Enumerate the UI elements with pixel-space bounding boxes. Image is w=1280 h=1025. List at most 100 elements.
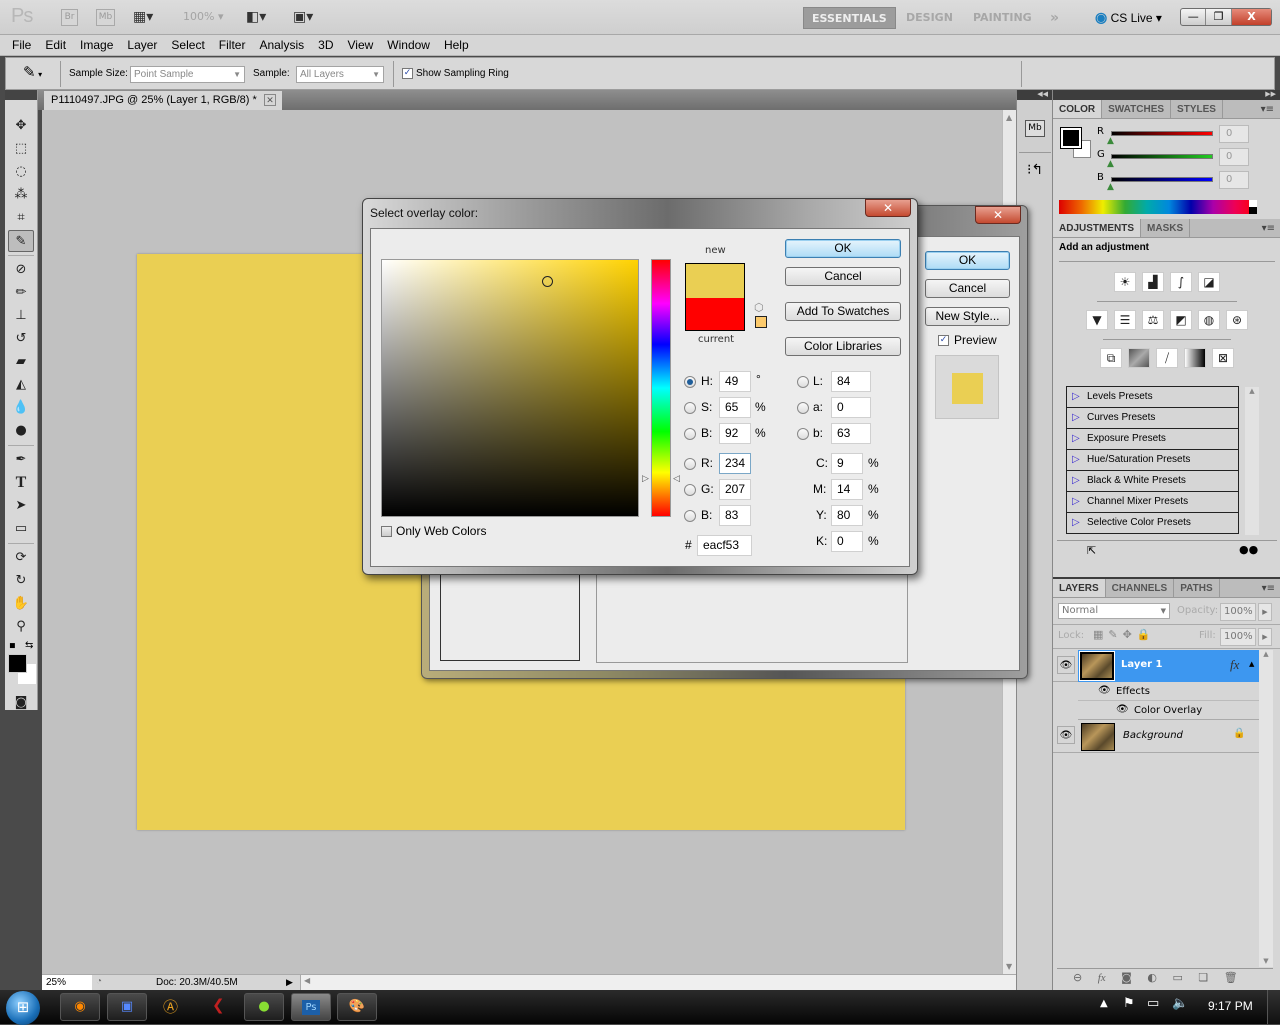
hue-slider[interactable] xyxy=(651,259,671,517)
a-radio[interactable] xyxy=(797,402,809,414)
expand-view-icon[interactable]: ⇱ xyxy=(1087,544,1096,557)
brightness-contrast-icon[interactable]: ☀ xyxy=(1114,272,1136,292)
a-field[interactable]: 0 xyxy=(831,397,871,418)
expand-panels-icon[interactable]: ▶▶ xyxy=(1053,90,1280,100)
m-field[interactable]: 14 xyxy=(831,479,863,500)
menu-image[interactable]: Image xyxy=(73,35,120,55)
tab-masks[interactable]: MASKS xyxy=(1141,219,1191,237)
tab-swatches[interactable]: SWATCHES xyxy=(1102,100,1172,118)
r-value[interactable]: 0 xyxy=(1219,125,1249,143)
exposure-icon[interactable]: ◪ xyxy=(1198,272,1220,292)
h-radio[interactable] xyxy=(684,376,696,388)
brush-tool[interactable]: ✏ xyxy=(8,282,34,304)
menu-select[interactable]: Select xyxy=(164,35,211,55)
lab-b-field[interactable]: 63 xyxy=(831,423,871,444)
s-field[interactable]: 65 xyxy=(719,397,751,418)
menu-help[interactable]: Help xyxy=(437,35,476,55)
preset-exposure[interactable]: ▷ Exposure Presets xyxy=(1067,429,1238,450)
layer-effect-color-overlay[interactable]: 👁 Color Overlay xyxy=(1078,701,1259,720)
r-slider-handle[interactable]: ▲ xyxy=(1107,136,1114,146)
layer-name[interactable]: Background xyxy=(1123,730,1183,741)
scroll-up-icon[interactable]: ▲ xyxy=(1006,113,1012,122)
eyedropper-tool[interactable]: ✎ xyxy=(8,230,34,252)
screen-mode-button[interactable]: ▣▾ xyxy=(293,9,313,25)
status-menu-arrow[interactable]: ▶ xyxy=(286,975,293,990)
black-white-ramp[interactable] xyxy=(1249,200,1257,214)
b-radio[interactable] xyxy=(684,510,696,522)
preset-curves[interactable]: ▷ Curves Presets xyxy=(1067,408,1238,429)
delete-layer-icon[interactable]: 🗑 xyxy=(1224,971,1238,984)
history-icon[interactable]: ⁝↰ xyxy=(1027,162,1043,178)
taskbar-green-app[interactable]: ● xyxy=(244,993,284,1021)
black-white-icon[interactable]: ◩ xyxy=(1170,310,1192,330)
fill-field[interactable]: 100% xyxy=(1220,628,1256,646)
link-layers-icon[interactable]: ⊖ xyxy=(1073,971,1082,984)
zoom-tool[interactable]: ⚲ xyxy=(8,616,34,638)
fx-icon[interactable]: fx xyxy=(1230,657,1239,673)
panel-menu-icon[interactable]: ▾≡ xyxy=(1262,579,1280,597)
new-style-button[interactable]: New Style... xyxy=(925,307,1010,326)
sample-select[interactable]: All Layers ▼ xyxy=(296,66,384,83)
invert-icon[interactable]: ⧉ xyxy=(1100,348,1122,368)
hex-field[interactable]: eacf53 xyxy=(697,535,752,556)
foreground-color-swatch[interactable] xyxy=(1060,127,1082,149)
layer-row-background[interactable]: 👁 Background 🔒 xyxy=(1053,720,1259,753)
layer-row-layer-1[interactable]: 👁 Layer 1 fx ▲ xyxy=(1053,650,1259,682)
r-slider[interactable] xyxy=(1111,131,1213,136)
visibility-eye-icon[interactable]: 👁 xyxy=(1057,726,1075,744)
lock-buttons[interactable]: ▦✎✥🔒 xyxy=(1093,628,1156,641)
menu-window[interactable]: Window xyxy=(380,35,437,55)
new-group-icon[interactable]: ▭ xyxy=(1172,971,1182,984)
workspace-design[interactable]: DESIGN xyxy=(898,7,961,29)
g-slider[interactable] xyxy=(1111,154,1213,159)
selective-color-icon[interactable]: ⊠ xyxy=(1212,348,1234,368)
color-picker-cancel-button[interactable]: Cancel xyxy=(785,267,901,286)
workspace-more-button[interactable]: » xyxy=(1042,7,1067,29)
tab-styles[interactable]: STYLES xyxy=(1171,100,1223,118)
menu-view[interactable]: View xyxy=(340,35,380,55)
horizontal-scrollbar[interactable]: ◀ xyxy=(300,975,1016,990)
c-field[interactable]: 9 xyxy=(831,453,863,474)
layer-style-ok-button[interactable]: OK xyxy=(925,251,1010,270)
launch-bridge-button[interactable]: Br xyxy=(61,9,78,26)
move-tool[interactable]: ✥ xyxy=(8,115,34,137)
brightness-field[interactable]: 92 xyxy=(719,423,751,444)
b-field[interactable]: 83 xyxy=(719,505,751,526)
channel-mixer-icon[interactable]: ⊛ xyxy=(1226,310,1248,330)
r-field[interactable]: 234 xyxy=(719,453,751,474)
history-brush-tool[interactable]: ↺ xyxy=(8,328,34,350)
quick-mask-button[interactable]: ◙ xyxy=(8,692,34,714)
taskbar-paint[interactable]: 🎨 xyxy=(337,993,377,1021)
brightness-radio[interactable] xyxy=(684,428,696,440)
visibility-eye-icon[interactable]: 👁 xyxy=(1098,685,1111,696)
show-sampling-ring-checkbox[interactable]: ✓ xyxy=(402,68,413,79)
quick-selection-tool[interactable]: ⁂ xyxy=(8,184,34,206)
taskbar-firefox[interactable]: ◉ xyxy=(60,993,100,1021)
view-extras-button[interactable]: ▦▾ xyxy=(133,9,153,25)
menu-filter[interactable]: Filter xyxy=(212,35,253,55)
web-safe-color-swatch[interactable] xyxy=(755,316,767,328)
cs-live-menu[interactable]: ◉ CS Live ▾ xyxy=(1095,9,1162,26)
presets-scrollbar[interactable]: ▲ xyxy=(1245,387,1259,535)
clip-to-layer-icon[interactable]: ●● xyxy=(1239,543,1258,556)
foreground-color-swatch[interactable] xyxy=(8,654,27,673)
hue-slider-left-handle[interactable]: ▷ xyxy=(642,474,649,484)
color-libraries-button[interactable]: Color Libraries xyxy=(785,337,901,356)
new-layer-icon[interactable]: ❏ xyxy=(1198,971,1208,984)
blend-mode-select[interactable]: Normal ▼ xyxy=(1058,603,1170,619)
start-button[interactable]: ⊞ xyxy=(6,991,40,1025)
path-selection-tool[interactable]: ➤ xyxy=(8,495,34,517)
preset-selective-color[interactable]: ▷ Selective Color Presets xyxy=(1067,513,1238,534)
arrange-documents-button[interactable]: ◧▾ xyxy=(246,9,266,25)
crop-tool[interactable]: ⌗ xyxy=(8,207,34,229)
eraser-tool[interactable]: ▰ xyxy=(8,351,34,373)
g-field[interactable]: 207 xyxy=(719,479,751,500)
taskbar-photoshop[interactable]: Ps xyxy=(291,993,331,1021)
scroll-left-icon[interactable]: ◀ xyxy=(301,976,310,985)
add-mask-icon[interactable]: ◙ xyxy=(1121,971,1132,984)
hand-tool[interactable]: ✋ xyxy=(8,593,34,615)
scroll-down-icon[interactable]: ▼ xyxy=(1259,957,1273,965)
close-document-icon[interactable]: ✕ xyxy=(264,94,276,106)
b-slider-handle[interactable]: ▲ xyxy=(1107,182,1114,192)
add-style-icon[interactable]: fx xyxy=(1098,972,1106,984)
